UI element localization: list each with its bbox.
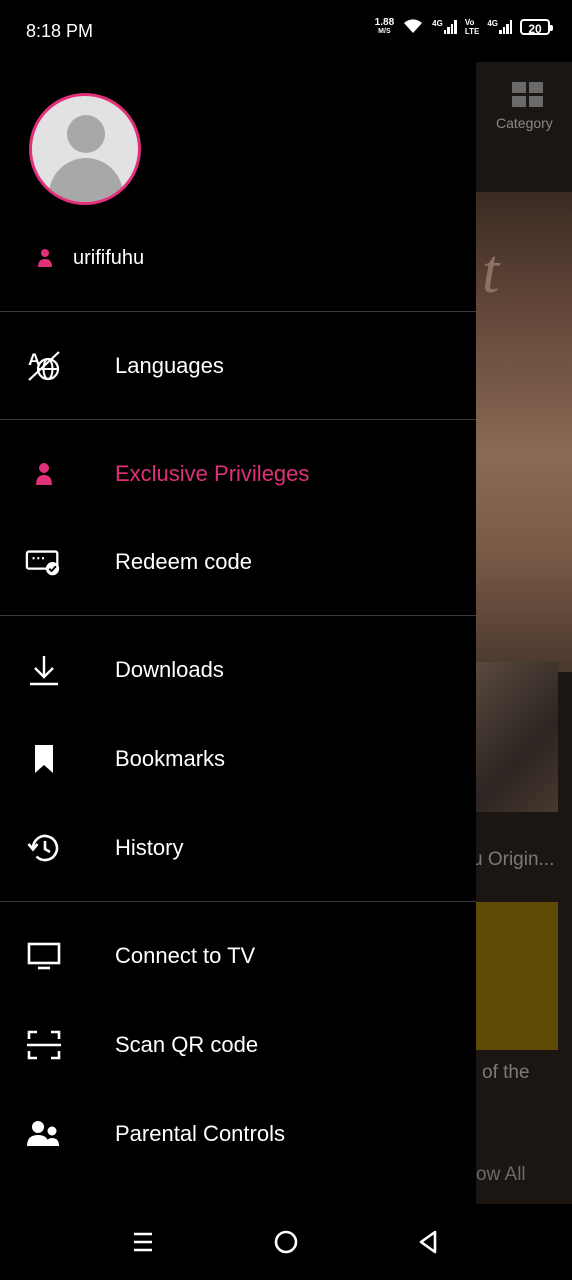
back-triangle-icon[interactable] [412, 1226, 444, 1258]
row-title-text: u Origin... [476, 849, 555, 870]
show-all-link[interactable]: ow All [476, 1164, 526, 1186]
avatar[interactable] [29, 93, 141, 205]
volte-top: Vo [464, 18, 475, 27]
menu-item-languages[interactable]: A Languages [0, 336, 476, 396]
bookmark-icon [25, 742, 63, 776]
menu-item-connect-to-tv[interactable]: Connect to TV [0, 926, 476, 986]
menu-item-scan-qr-code[interactable]: Scan QR code [0, 1015, 476, 1075]
content-thumbnail[interactable] [476, 662, 558, 812]
menu-label: History [115, 835, 184, 860]
network-type-2: 4G [487, 19, 498, 28]
menu-label: Parental Controls [115, 1121, 285, 1146]
download-icon [25, 653, 63, 687]
person-icon [25, 457, 63, 491]
menu-label: Connect to TV [115, 943, 256, 968]
home-circle-icon[interactable] [270, 1226, 302, 1258]
content-tile[interactable] [476, 902, 558, 1050]
person-icon [36, 248, 54, 268]
category-label[interactable]: Category [496, 115, 553, 131]
divider [0, 615, 476, 616]
signal-bars-1-icon [443, 20, 457, 34]
redeem-ticket-icon [25, 545, 63, 579]
divider [0, 901, 476, 902]
category-grid-icon[interactable] [512, 82, 544, 108]
menu-label: Downloads [115, 657, 224, 682]
scan-icon [25, 1028, 63, 1062]
menu-item-downloads[interactable]: Downloads [0, 640, 476, 700]
system-nav-bar [0, 1204, 572, 1280]
menu-item-exclusive-privileges[interactable]: Exclusive Privileges [0, 444, 476, 504]
parental-controls-icon [25, 1117, 63, 1151]
divider [0, 419, 476, 420]
status-time: 8:18 PM [26, 21, 94, 41]
volte-bottom: LTE [464, 27, 480, 36]
network-type-1: 4G [432, 19, 443, 28]
signal-1: 4G [432, 20, 457, 34]
signal-2: 4G [487, 20, 512, 34]
speed-value: 1.88 [374, 17, 395, 28]
wifi-icon [402, 18, 424, 36]
avatar-body [49, 158, 123, 202]
background-app: Category t u Origin... of the ow All [476, 62, 572, 1204]
battery-icon: 20 [520, 19, 553, 36]
tv-icon [25, 939, 63, 973]
tile-caption: of the [482, 1062, 530, 1083]
speed-unit: M/S [378, 28, 391, 35]
volte-indicator: Vo LTE [465, 18, 480, 36]
network-speed: 1.88 M/S [375, 18, 394, 36]
status-icons: 1.88 M/S 4G Vo LTE 4G 20 [375, 18, 553, 36]
menu-item-redeem-code[interactable]: Redeem code [0, 532, 476, 592]
avatar-head [67, 115, 105, 153]
navigation-drawer: urififuhu A Languages Exclusive Privileg… [0, 62, 476, 1204]
user-row[interactable]: urififuhu [0, 240, 476, 276]
history-icon [25, 831, 63, 865]
status-bar: 8:18 PM 1.88 M/S 4G Vo LTE 4G 20 [0, 0, 572, 62]
translate-icon: A [25, 349, 63, 383]
divider [0, 311, 476, 312]
signal-bars-2-icon [499, 20, 512, 34]
hero-title-fragment: t [482, 238, 500, 306]
menu-label: Exclusive Privileges [115, 461, 310, 486]
menu-item-bookmarks[interactable]: Bookmarks [0, 729, 476, 789]
menu-label: Redeem code [115, 549, 252, 574]
menu-item-parental-controls[interactable]: Parental Controls [0, 1104, 476, 1164]
menu-item-history[interactable]: History [0, 818, 476, 878]
menu-label: Scan QR code [115, 1032, 259, 1057]
menu-label: Languages [115, 353, 224, 378]
menu-icon[interactable] [127, 1226, 159, 1258]
menu-label: Bookmarks [115, 746, 226, 771]
username: urififuhu [73, 246, 145, 269]
